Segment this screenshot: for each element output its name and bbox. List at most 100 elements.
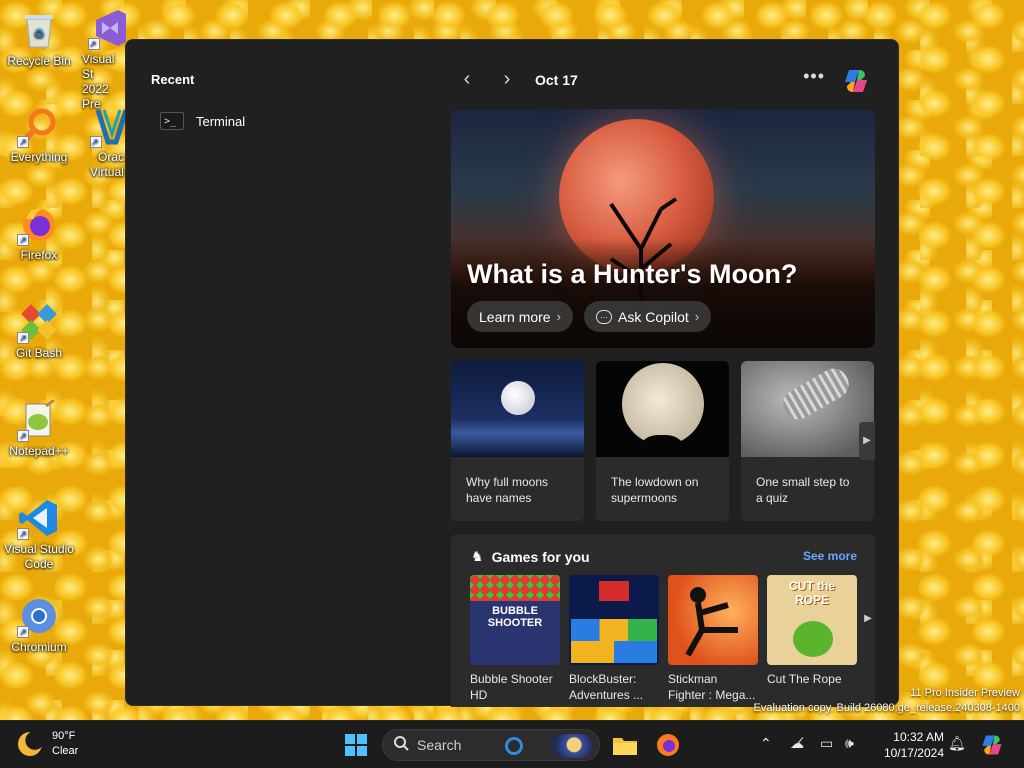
desktop-icon-label: Visual St	[82, 52, 115, 81]
cards-scroll-right-button[interactable]: ▶	[859, 422, 875, 460]
stickman-fighter-thumbnail	[668, 575, 758, 665]
clock-time: 10:32 AM	[893, 730, 944, 744]
card-full-moons[interactable]: Why full moons have names	[451, 361, 584, 521]
chevron-right-icon: ›	[556, 309, 561, 324]
desktop-icon-git-bash[interactable]: ↗ Git Bash	[0, 302, 78, 361]
card-title-line: Why full moons	[466, 475, 549, 489]
desktop-icon-label: Recycle Bin	[7, 54, 71, 68]
firefox-taskbar-button[interactable]	[652, 729, 684, 761]
desktop-icon-label: Visual Studio	[4, 542, 74, 556]
game-tile-cut-the-rope[interactable]: CUT the ROPE Cut The Rope	[767, 575, 857, 687]
firefox-icon	[657, 734, 679, 756]
game-title-line: Bubble Shooter	[470, 672, 553, 686]
start-button[interactable]	[340, 729, 372, 761]
desktop-icon-label: Virtual	[90, 165, 124, 179]
git-bash-icon: ↗	[17, 302, 59, 344]
clock[interactable]: 10:32 AM 10/17/2024	[874, 729, 944, 761]
learn-more-label: Learn more	[479, 308, 551, 325]
copilot-button[interactable]	[841, 66, 871, 96]
copilot-taskbar-button[interactable]	[976, 729, 1008, 761]
network-status-button[interactable]: ☁̸	[790, 735, 804, 752]
see-more-link[interactable]: See more	[803, 549, 857, 563]
start-menu-panel: Recent >_ Terminal ‹ › Oct 17 ••• What i…	[125, 39, 899, 707]
no-network-icon: ☁̸	[790, 735, 804, 751]
game-thumbnail-title: BUBBLE SHOOTER	[487, 605, 543, 629]
game-tile-bubble-shooter[interactable]: BUBBLE SHOOTER Bubble Shooter HD	[470, 575, 560, 703]
shortcut-arrow-icon: ↗	[17, 528, 29, 540]
watermark-line: 11 Pro Insider Preview	[910, 687, 1020, 699]
chevron-right-icon: ›	[694, 309, 700, 324]
weather-widget[interactable]: 90°F Clear	[18, 729, 78, 759]
cortana-ring-icon	[505, 737, 523, 755]
watermark-line: Evaluation copy. Build 26080.ge_release.…	[753, 702, 1020, 714]
full-moon-ocean-image	[451, 361, 584, 457]
ask-copilot-button[interactable]: … Ask Copilot ›	[584, 301, 712, 332]
shortcut-arrow-icon: ↗	[17, 234, 29, 246]
chat-bubble-icon: …	[596, 309, 612, 324]
terminal-icon: >_	[160, 112, 184, 130]
file-explorer-button[interactable]	[609, 729, 641, 761]
copilot-icon	[982, 735, 1002, 755]
search-icon	[393, 735, 409, 756]
display-tray-button[interactable]: ▭	[820, 735, 833, 752]
desktop-icon-notepad-plus-plus[interactable]: ↗ Notepad++	[0, 400, 78, 459]
desktop-icon-recycle-bin[interactable]: ♻ Recycle Bin	[0, 10, 78, 69]
bell-icon: 🔔︎	[948, 735, 966, 751]
more-options-button[interactable]: •••	[803, 66, 825, 87]
desktop-icon-label: Firefox	[20, 248, 58, 262]
game-tile-stickman-fighter[interactable]: Stickman Fighter : Mega...	[668, 575, 758, 703]
desktop-icon-label: Notepad++	[9, 444, 69, 458]
game-title-line: Fighter : Mega...	[668, 688, 756, 702]
card-title-line: a quiz	[756, 491, 789, 505]
notifications-button[interactable]: 🔔︎	[948, 735, 966, 752]
desktop-icon-label: Git Bash	[15, 346, 63, 360]
search-highlight-moon-icon	[551, 734, 593, 758]
card-title-line: One small step to	[756, 475, 850, 489]
recent-item-label: Terminal	[196, 113, 246, 129]
chess-knight-icon: ♞	[471, 548, 484, 564]
desktop-icon-chromium[interactable]: ↗ Chromium	[0, 596, 78, 655]
ask-copilot-label: Ask Copilot	[618, 308, 689, 325]
notepad-plus-plus-icon: ↗	[17, 400, 59, 442]
desktop-icon-everything[interactable]: ↗ Everything	[0, 106, 78, 165]
taskbar: 90°F Clear Search ⌃ ☁̸ ▭ 🕪 10:32 AM 10/1…	[0, 720, 1024, 768]
recent-heading: Recent	[151, 72, 195, 87]
volume-button[interactable]: 🕪	[845, 735, 854, 752]
evaluation-watermark: 11 Pro Insider Preview Evaluation copy. …	[754, 686, 1020, 716]
game-title-line: Cut The Rope	[767, 672, 842, 686]
games-scroll-right-button[interactable]: ▶	[861, 604, 875, 634]
desktop-icon-visual-studio[interactable]: ↗ Visual St 2022 Pre	[78, 8, 128, 112]
desktop-icon-firefox[interactable]: ↗ Firefox	[0, 204, 78, 263]
desktop-icon-label: Orac	[98, 150, 125, 164]
card-quiz[interactable]: One small step to a quiz	[741, 361, 874, 521]
widgets-topbar: ‹ › Oct 17 •••	[451, 64, 875, 96]
game-thumbnail-title: CUT the ROPE	[789, 579, 835, 607]
learn-more-button[interactable]: Learn more ›	[467, 301, 573, 332]
card-title-line: The lowdown on	[611, 475, 699, 489]
visual-studio-icon: ↗	[88, 8, 130, 50]
desktop-icon-vscode[interactable]: ↗ Visual Studio Code	[0, 498, 78, 572]
shortcut-arrow-icon: ↗	[17, 626, 29, 638]
chevron-left-icon: ‹	[463, 68, 471, 90]
desktop-icon-label: Everything	[10, 150, 68, 164]
chevron-right-icon: ›	[503, 68, 511, 90]
taskbar-search-box[interactable]: Search	[382, 729, 600, 761]
bubble-shooter-thumbnail: BUBBLE SHOOTER	[470, 575, 560, 665]
shortcut-arrow-icon: ↗	[17, 332, 29, 344]
recent-item-terminal[interactable]: >_ Terminal	[150, 106, 410, 136]
desktop-icon-label: Code	[24, 557, 54, 571]
footprint-image	[741, 361, 874, 457]
crescent-moon-icon	[18, 732, 42, 756]
card-supermoons[interactable]: The lowdown on supermoons	[596, 361, 729, 521]
chromium-icon: ↗	[17, 596, 59, 638]
desktop-icon-virtualbox[interactable]: ↗ Orac Virtual	[80, 106, 129, 180]
date-label: Oct 17	[535, 72, 578, 88]
game-title-line: BlockBuster:	[569, 672, 637, 686]
previous-button[interactable]: ‹	[455, 68, 479, 92]
game-tile-blockbuster[interactable]: BlockBuster: Adventures ...	[569, 575, 659, 703]
next-button[interactable]: ›	[495, 68, 519, 92]
hero-card[interactable]: What is a Hunter's Moon? Learn more › … …	[451, 109, 875, 348]
show-hidden-icons-button[interactable]: ⌃	[760, 735, 772, 752]
weather-temp: 90°F	[52, 730, 76, 742]
copilot-icon	[845, 70, 867, 92]
